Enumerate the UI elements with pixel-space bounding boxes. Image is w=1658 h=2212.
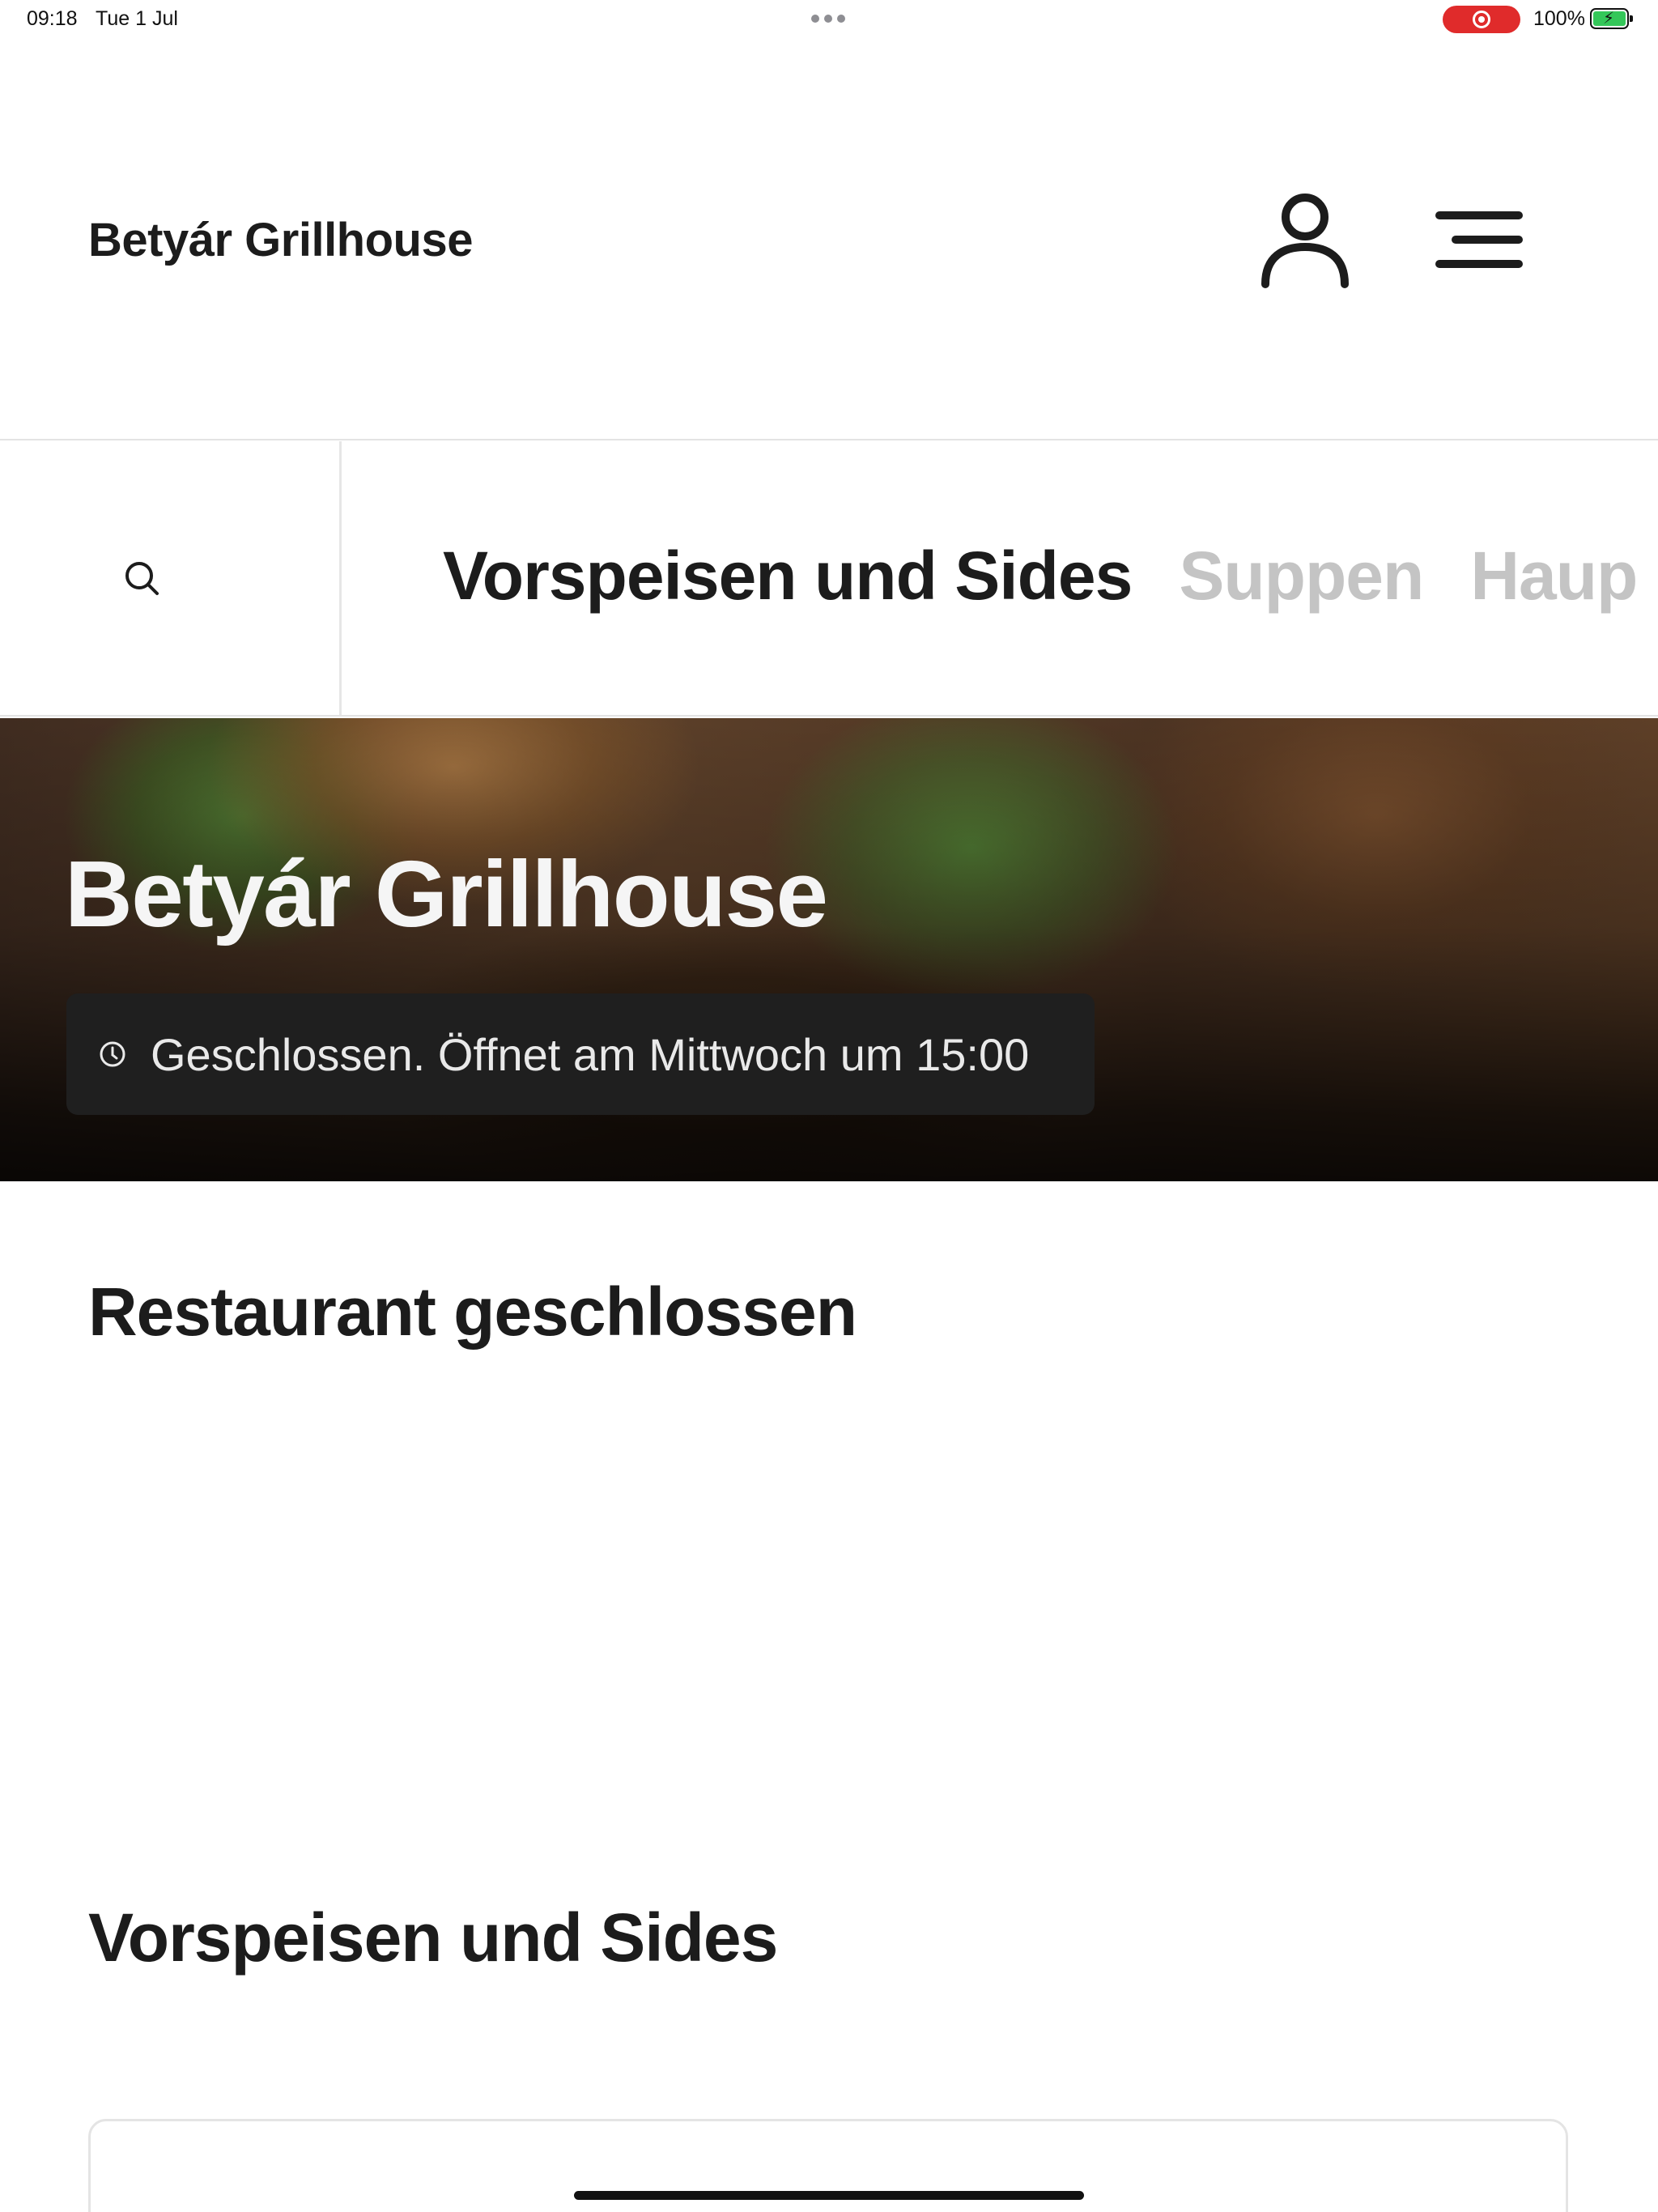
menu-button[interactable] [1435,209,1532,274]
tab-vorspeisen-und-sides[interactable]: Vorspeisen und Sides [443,537,1133,615]
page: 09:18 Tue 1 Jul 100% ⚡ Betyár Grillhouse [0,0,1658,2212]
screen-recording-icon[interactable] [1443,6,1520,33]
search-icon [125,562,159,595]
status-date: Tue 1 Jul [96,7,178,30]
home-indicator[interactable] [574,2191,1084,2200]
tab-hauptgerichte[interactable]: Haup [1470,537,1638,615]
search-button[interactable] [0,441,342,715]
opening-hours-text: Geschlossen. Öffnet am Mittwoch um 15:00 [151,1028,1030,1080]
tab-suppen[interactable]: Suppen [1179,537,1424,615]
restaurant-closed-heading: Restaurant geschlossen [88,1274,857,1350]
multitasking-dots-icon[interactable] [811,15,845,23]
site-header: Betyár Grillhouse [0,39,1658,440]
status-time: 09:18 [27,7,78,30]
brand-name[interactable]: Betyár Grillhouse [88,213,473,267]
user-icon [1261,194,1349,288]
battery-icon: ⚡ [1590,8,1633,29]
hero-banner: Betyár Grillhouse Geschlossen. Öffnet am… [0,718,1658,1181]
status-bar: 09:18 Tue 1 Jul 100% ⚡ [0,0,1658,39]
section-heading: Vorspeisen und Sides [88,1899,778,1976]
battery-percentage: 100% [1533,7,1585,30]
category-tabs: Vorspeisen und Sides Suppen Haup [443,537,1638,615]
hamburger-menu-icon [1435,211,1523,268]
account-button[interactable] [1259,189,1352,290]
category-nav: Vorspeisen und Sides Suppen Haup [0,441,1658,717]
hero-title: Betyár Grillhouse [65,841,828,946]
clock-icon [100,1041,125,1067]
opening-hours-badge: Geschlossen. Öffnet am Mittwoch um 15:00 [66,993,1095,1115]
